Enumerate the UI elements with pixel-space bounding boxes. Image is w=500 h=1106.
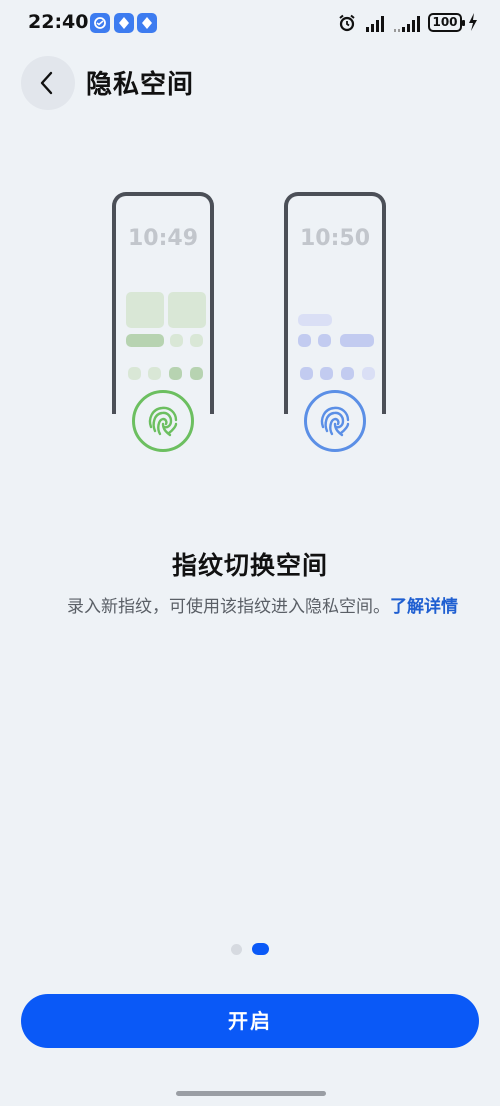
signal-icon (366, 16, 384, 32)
fingerprint-badge-green (128, 386, 198, 456)
status-bar: 22:40 100 (0, 0, 500, 48)
app-dot (128, 367, 141, 380)
widget-block (340, 334, 374, 347)
app-notification-icon (90, 13, 110, 33)
shield-notification-icon (137, 13, 157, 33)
status-indicators: 100 (338, 12, 478, 36)
feature-title: 指纹切换空间 (171, 551, 328, 580)
app-dot (318, 334, 331, 347)
status-time: 22:40 (28, 11, 89, 33)
illustration-phone-main: 10:49 (112, 192, 214, 414)
phone-clock: 10:49 (127, 226, 199, 251)
app-dot (300, 367, 313, 380)
fingerprint-icon (148, 406, 178, 437)
app-dot (341, 367, 354, 380)
widget-block (126, 334, 164, 347)
page-title: 隐私空间 (86, 70, 195, 100)
page-dot-2-active (252, 943, 269, 955)
battery-indicator: 100 (428, 13, 465, 32)
app-dot (169, 367, 182, 380)
widget-block (126, 292, 164, 328)
app-dot (362, 367, 375, 380)
app-dot (190, 334, 203, 347)
signal-icon (394, 16, 420, 32)
app-dot (170, 334, 183, 347)
charging-icon (469, 13, 477, 31)
enable-button[interactable]: 开启 (21, 994, 479, 1048)
app-dot (148, 367, 161, 380)
alarm-icon (339, 14, 355, 32)
chevron-left-icon (40, 71, 53, 95)
shield-notification-icon (114, 13, 134, 33)
description-text: 录入新指纹，可使用该指纹进入隐私空间。 (67, 597, 390, 617)
learn-more-link[interactable]: 了解详情 (390, 597, 458, 617)
widget-block (298, 314, 332, 326)
illustration-phone-private: 10:50 (284, 192, 386, 414)
fingerprint-icon (320, 406, 350, 437)
back-button[interactable] (21, 56, 75, 110)
widget-block (168, 292, 206, 328)
app-dot (190, 367, 203, 380)
page-dot-1 (231, 944, 242, 955)
screen: 22:40 100 隐私空间 10:49 10:50 指纹切换空间 录入新指纹，… (0, 0, 500, 1106)
app-dot (320, 367, 333, 380)
home-indicator[interactable] (176, 1091, 326, 1096)
app-dot (298, 334, 311, 347)
feature-description: 录入新指纹，可使用该指纹进入隐私空间。了解详情 (40, 596, 485, 619)
phone-clock: 10:50 (299, 226, 371, 251)
fingerprint-badge-blue (300, 386, 370, 456)
